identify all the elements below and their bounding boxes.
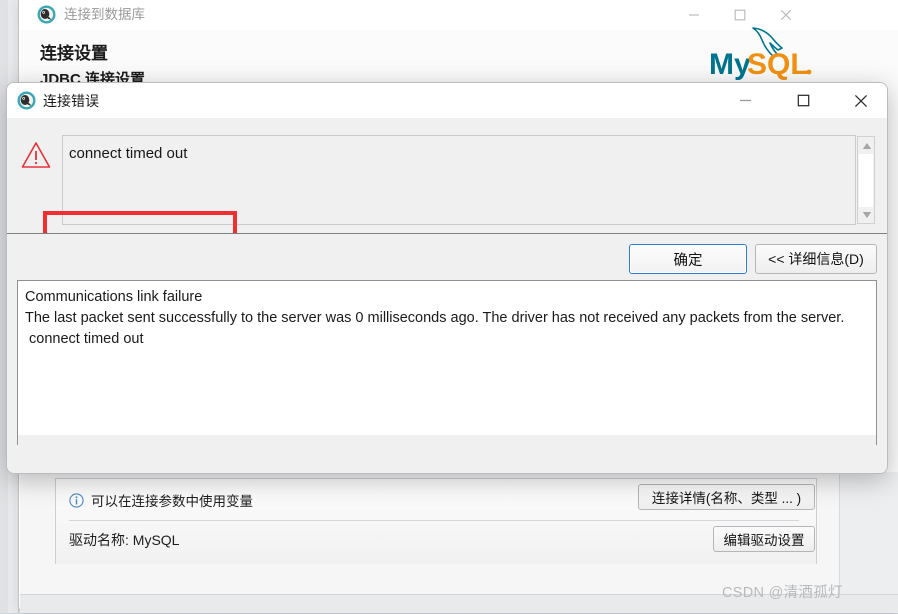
error-message-text: connect timed out (69, 145, 188, 162)
scrollbar-track[interactable] (859, 154, 873, 207)
info-icon (69, 492, 84, 508)
scroll-up-arrow-icon[interactable] (858, 138, 876, 154)
variables-info-note: 可以在连接参数中使用变量 (69, 490, 253, 510)
edit-driver-settings-button[interactable]: 编辑驱动设置 (713, 526, 815, 552)
error-details-area[interactable]: Communications link failure The last pac… (17, 280, 877, 445)
background-window-title: 连接到数据库 (64, 7, 145, 22)
message-vertical-scrollbar[interactable] (857, 136, 875, 224)
error-dialog-title: 连接错误 (43, 93, 99, 109)
close-icon[interactable] (838, 83, 884, 118)
error-dialog-footer (7, 446, 887, 473)
svg-text:SQL: SQL (747, 48, 809, 81)
mysql-logo: My SQL (709, 24, 839, 82)
driver-name-label: 驱动名称: MySQL (69, 532, 180, 548)
details-button[interactable]: << 详细信息(D) (755, 244, 877, 274)
watermark-text: CSDN @清酒孤灯 (722, 585, 843, 601)
variables-info-text: 可以在连接参数中使用变量 (91, 494, 253, 509)
dbeaver-icon (17, 91, 36, 110)
connection-details-button[interactable]: 连接详情(名称、类型 ... ) (638, 484, 815, 510)
error-details-text: Communications link failure The last pac… (25, 289, 845, 347)
maximize-icon[interactable] (780, 83, 826, 118)
panel-divider (69, 520, 799, 521)
warning-triangle-icon (21, 141, 51, 169)
dbeaver-icon (37, 5, 56, 24)
svg-text:My: My (709, 48, 751, 81)
background-window-right-gutter (839, 472, 898, 612)
connection-error-dialog: 连接错误 connect timed out 确定 << 详细信息(D) Com (6, 82, 888, 474)
minimize-icon[interactable] (722, 83, 768, 118)
ok-button[interactable]: 确定 (629, 244, 747, 274)
scroll-down-arrow-icon[interactable] (858, 207, 876, 223)
connection-settings-heading: 连接设置 (40, 44, 108, 63)
